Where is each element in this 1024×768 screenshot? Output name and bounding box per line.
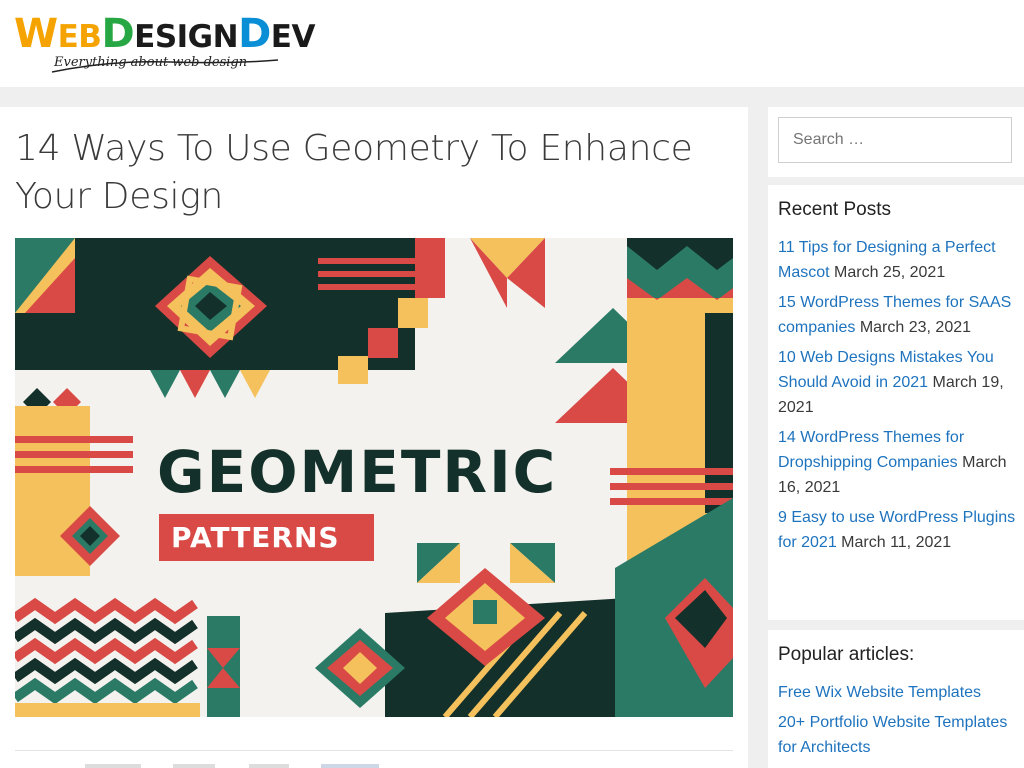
- recent-posts-widget: Recent Posts 11 Tips for Designing a Per…: [768, 185, 1024, 620]
- logo-text-eb: EB: [57, 19, 102, 55]
- list-item: 15 WordPress Themes for SAAS companies M…: [778, 290, 1018, 340]
- post-link[interactable]: 14 WordPress Themes for Dropshipping Com…: [778, 429, 964, 471]
- list-item: Free Wix Website Templates: [778, 680, 1018, 705]
- widget-title: Recent Posts: [778, 199, 891, 220]
- logo-letter-d2: D: [238, 11, 271, 57]
- list-item: 9 Easy to use WordPress Plugins for 2021…: [778, 505, 1018, 555]
- search-widget: [768, 107, 1024, 177]
- list-item: 10 Web Designs Mistakes You Should Avoid…: [778, 345, 1018, 420]
- page-title[interactable]: 14 Ways To Use Geometry To Enhance Your …: [15, 125, 715, 221]
- logo-text-ev: EV: [270, 19, 316, 55]
- logo-letter-d: D: [101, 11, 135, 57]
- widget-title: Popular articles:: [778, 644, 915, 665]
- post-date: March 23, 2021: [859, 319, 972, 336]
- site-header: WEBDESIGNDEV Everything about web design: [0, 0, 1024, 87]
- share-button[interactable]: [173, 764, 215, 768]
- hero-subheadline-box: PATTERNS: [159, 514, 374, 561]
- popular-link[interactable]: Free Wix Website Templates: [778, 684, 981, 701]
- share-button[interactable]: [249, 764, 289, 768]
- post-date: March 11, 2021: [841, 534, 952, 551]
- recent-posts-list: 11 Tips for Designing a Perfect Mascot M…: [778, 235, 1018, 560]
- logo-wordmark: WEBDESIGNDEV: [14, 12, 315, 56]
- share-button[interactable]: [321, 764, 379, 768]
- main-content: 14 Ways To Use Geometry To Enhance Your …: [0, 107, 748, 768]
- popular-articles-list: Free Wix Website Templates 20+ Portfolio…: [778, 680, 1018, 765]
- list-item: 14 WordPress Themes for Dropshipping Com…: [778, 425, 1018, 500]
- post-date: March 25, 2021: [834, 264, 946, 281]
- hero-headline: GEOMETRIC: [157, 438, 558, 506]
- search-input[interactable]: [778, 117, 1012, 163]
- share-button[interactable]: [85, 764, 141, 768]
- list-item: 20+ Portfolio Website Templates for Arch…: [778, 710, 1018, 760]
- popular-link[interactable]: 20+ Portfolio Website Templates for Arch…: [778, 714, 1007, 756]
- logo-letter-w: W: [14, 11, 58, 57]
- featured-image[interactable]: GEOMETRIC PATTERNS: [15, 238, 733, 717]
- logo-tagline: Everything about web design: [54, 55, 248, 70]
- logo-text-esign: ESIGN: [134, 19, 239, 55]
- content-divider: [15, 750, 733, 751]
- hero-subheadline: PATTERNS: [171, 521, 340, 554]
- popular-articles-widget: Popular articles: Free Wix Website Templ…: [768, 630, 1024, 768]
- list-item: 11 Tips for Designing a Perfect Mascot M…: [778, 235, 1018, 285]
- site-logo[interactable]: WEBDESIGNDEV Everything about web design: [14, 12, 315, 74]
